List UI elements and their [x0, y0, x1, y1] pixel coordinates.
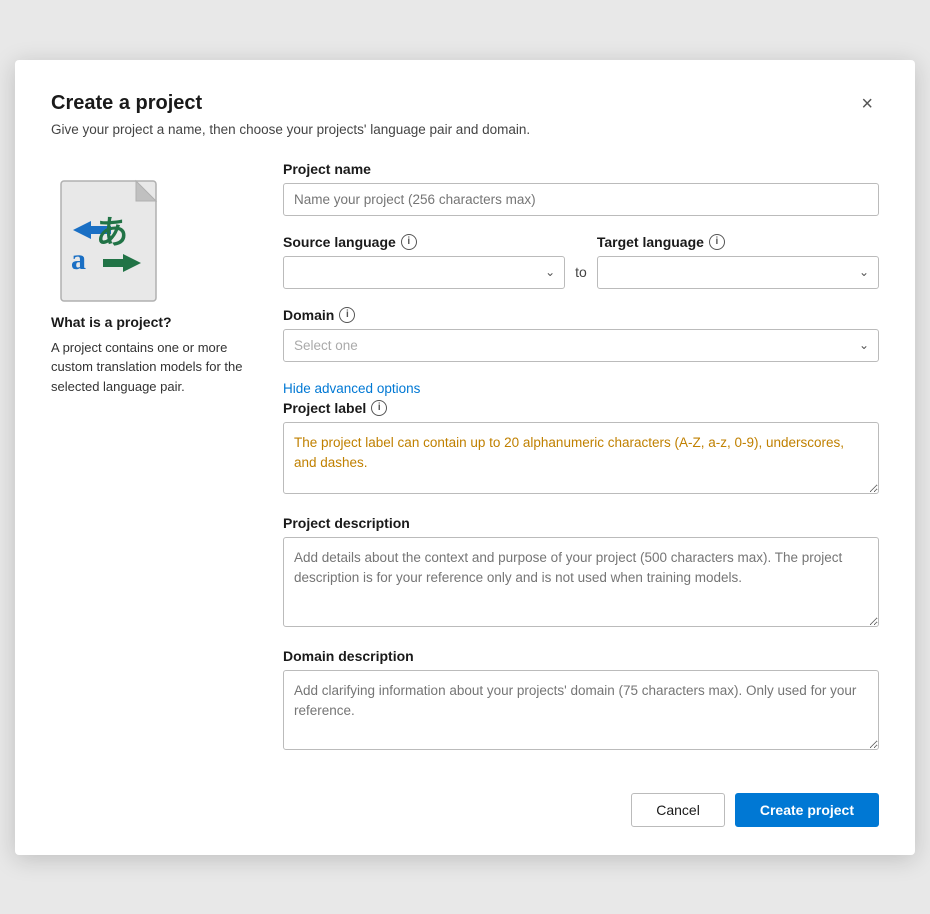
project-description-textarea[interactable]	[283, 537, 879, 627]
domain-select[interactable]: Select one	[283, 329, 879, 362]
project-description-field-group: Project description	[283, 515, 879, 630]
hide-advanced-link[interactable]: Hide advanced options	[283, 381, 420, 396]
source-language-info-icon: i	[401, 234, 417, 250]
svg-text:a: a	[71, 243, 86, 276]
right-panel: Project name Source language i ⌄	[283, 161, 879, 771]
create-project-dialog: Create a project × Give your project a n…	[15, 60, 915, 855]
source-language-select[interactable]	[283, 256, 565, 289]
dialog-subtitle: Give your project a name, then choose yo…	[51, 122, 879, 137]
target-language-info-icon: i	[709, 234, 725, 250]
target-language-label: Target language i	[597, 234, 879, 250]
project-label-textarea[interactable]	[283, 422, 879, 494]
cancel-button[interactable]: Cancel	[631, 793, 725, 827]
domain-label: Domain i	[283, 307, 879, 323]
close-button[interactable]: ×	[855, 92, 879, 116]
dialog-header: Create a project ×	[51, 92, 879, 116]
target-language-select-wrap: ⌄	[597, 256, 879, 289]
what-is-text: A project contains one or more custom tr…	[51, 338, 251, 397]
domain-description-label: Domain description	[283, 648, 879, 664]
source-language-select-wrap: ⌄	[283, 256, 565, 289]
project-name-field-group: Project name	[283, 161, 879, 216]
domain-info-icon: i	[339, 307, 355, 323]
project-description-label: Project description	[283, 515, 879, 531]
dialog-footer: Cancel Create project	[51, 793, 879, 827]
project-name-input[interactable]	[283, 183, 879, 216]
target-language-select[interactable]	[597, 256, 879, 289]
project-label-label: Project label i	[283, 400, 879, 416]
target-language-field-group: Target language i ⌄	[597, 234, 879, 289]
what-is-label: What is a project?	[51, 314, 251, 330]
left-panel: あ a What is a project? A project contain…	[51, 161, 251, 771]
project-icon: あ a	[51, 161, 251, 314]
domain-field-group: Domain i Select one ⌄	[283, 307, 879, 362]
source-language-field-group: Source language i ⌄	[283, 234, 565, 289]
domain-description-textarea[interactable]	[283, 670, 879, 750]
create-project-button[interactable]: Create project	[735, 793, 879, 827]
domain-description-field-group: Domain description	[283, 648, 879, 753]
dialog-title: Create a project	[51, 92, 202, 115]
project-name-label: Project name	[283, 161, 879, 177]
to-label: to	[575, 264, 587, 280]
project-label-field-group: Project label i	[283, 400, 879, 497]
project-label-info-icon: i	[371, 400, 387, 416]
domain-select-wrap: Select one ⌄	[283, 329, 879, 362]
source-language-label: Source language i	[283, 234, 565, 250]
dialog-body: あ a What is a project? A project contain…	[51, 161, 879, 771]
language-row: Source language i ⌄ to Target language	[283, 234, 879, 289]
svg-text:あ: あ	[96, 214, 128, 250]
